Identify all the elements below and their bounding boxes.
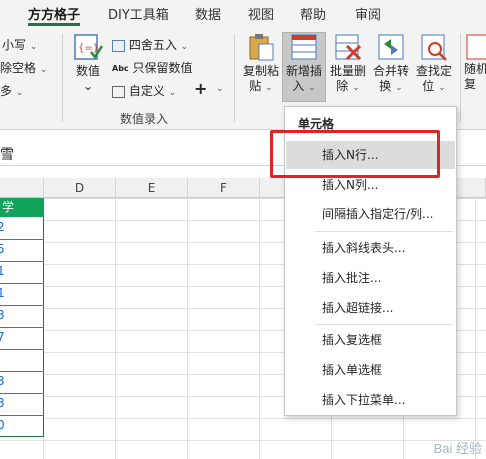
tab-view[interactable]: 视图: [248, 4, 274, 23]
row-divider: [0, 239, 44, 240]
cell-value[interactable]: 3: [0, 396, 5, 410]
tab-review[interactable]: 审阅: [355, 4, 381, 23]
tab-diy-toolbox[interactable]: DIY工具箱: [108, 4, 169, 23]
ribbon-tab-bar: 方方格子 DIY工具箱 数据 视图 帮助 审阅: [0, 0, 486, 26]
chevron-down-icon: ⌄: [82, 79, 94, 93]
tab-data[interactable]: 数据: [195, 4, 221, 23]
row-divider: [0, 283, 44, 284]
row-divider: [0, 349, 44, 350]
svg-text:{=}: {=}: [78, 43, 99, 54]
column-header-f[interactable]: F: [188, 178, 260, 198]
menu-item-insert-diagonal-header[interactable]: 插入斜线表头...: [286, 234, 455, 262]
cell-value[interactable]: 2: [0, 220, 5, 234]
small-case-button[interactable]: 小写 ⌄: [2, 36, 37, 53]
selected-range[interactable]: [0, 198, 44, 437]
cell-value[interactable]: 3: [0, 374, 5, 388]
cell-value[interactable]: 7: [0, 330, 5, 344]
menu-separator: [315, 231, 453, 232]
group-label-numeric: 数值录入: [120, 112, 169, 126]
find-icon: [419, 32, 449, 62]
tab-fangfang[interactable]: 方方格子: [28, 4, 80, 23]
round-button[interactable]: 四舍五入 ⌄: [112, 36, 188, 53]
keep-value-only-button[interactable]: Abc 只保留数值: [112, 59, 193, 76]
random-button[interactable]: 随机 复: [464, 32, 486, 92]
numeric-value-button[interactable]: {=} 数值 ⌄: [70, 32, 106, 94]
insert-rows-icon: [289, 32, 319, 62]
delete-x-icon: [333, 32, 363, 62]
menu-item-insert-hyperlink[interactable]: 插入超链接...: [286, 294, 455, 322]
row-divider: [0, 393, 44, 394]
abc-icon: Abc: [112, 64, 129, 73]
row-divider: [0, 327, 44, 328]
ribbon-separator: [460, 34, 461, 122]
random-icon: [464, 32, 486, 62]
watermark: Bai 经验: [433, 441, 482, 456]
menu-item-interval-insert[interactable]: 间隔插入指定行/列...: [286, 200, 455, 228]
plus-dropdown-icon[interactable]: ⌄: [216, 84, 224, 94]
menu-separator: [315, 324, 453, 325]
batch-delete-button[interactable]: 批量删 除 ⌄: [327, 32, 369, 96]
merge-convert-button[interactable]: 合并转 换 ⌄: [370, 32, 412, 96]
menu-item-insert-comment[interactable]: 插入批注...: [286, 264, 455, 292]
menu-item-insert-radio[interactable]: 插入单选框: [286, 356, 455, 384]
copy-paste-button[interactable]: 复制粘 贴 ⌄: [240, 32, 282, 96]
row-divider: [0, 371, 44, 372]
find-locate-button[interactable]: 查找定 位 ⌄: [413, 32, 455, 96]
cell-value[interactable]: 0: [0, 418, 5, 432]
numeric-value-icon: {=}: [73, 32, 104, 62]
insert-new-button[interactable]: 新增插 入 ⌄: [283, 32, 325, 96]
ribbon-separator: [62, 34, 63, 122]
row-divider: [0, 261, 44, 262]
remove-spaces-button[interactable]: 除空格 ⌄: [0, 59, 47, 76]
column-header-e[interactable]: E: [116, 178, 188, 198]
more-button[interactable]: 多 ⌄: [0, 82, 23, 99]
ribbon-separator: [234, 34, 235, 122]
custom-button[interactable]: 自定义 ⌄: [112, 82, 176, 99]
column-header-d[interactable]: D: [44, 178, 116, 198]
edit-icon: [112, 85, 125, 98]
cell-value[interactable]: 1: [0, 286, 5, 300]
header-cell[interactable]: 学: [0, 198, 44, 217]
highlight-annotation-box: [270, 130, 440, 178]
merge-icon: [376, 32, 406, 62]
cell-value[interactable]: 1: [0, 264, 5, 278]
formula-bar-value: 雪: [0, 147, 14, 163]
menu-item-insert-dropdown[interactable]: 插入下拉菜单...: [286, 386, 455, 414]
round-icon: [112, 39, 125, 52]
row-divider: [0, 305, 44, 306]
clipboard-icon: [246, 32, 276, 62]
cell-value[interactable]: 5: [0, 242, 5, 256]
cell-value[interactable]: 3: [0, 308, 5, 322]
menu-item-insert-checkbox[interactable]: 插入复选框: [286, 326, 455, 354]
row-divider: [0, 415, 44, 416]
column-header-partial[interactable]: [0, 178, 44, 198]
plus-button[interactable]: +: [194, 79, 207, 98]
tab-help[interactable]: 帮助: [300, 4, 326, 23]
